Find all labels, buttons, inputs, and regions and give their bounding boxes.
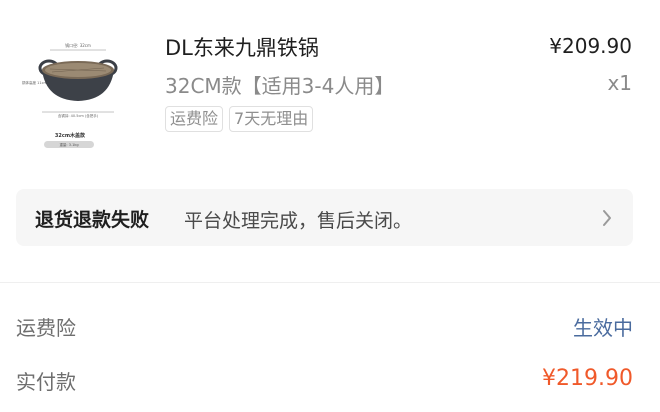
thumb-dim-side: 锅体高度 11cm — [22, 80, 47, 85]
paid-amount: ¥219.90 — [542, 366, 633, 391]
insurance-status[interactable]: 生效中 — [573, 312, 633, 341]
thumb-dim-bottom: 含锅耳: 40.5cm (含把手) — [58, 113, 99, 118]
after-sale-description: 平台处理完成，售后关闭。 — [184, 210, 413, 232]
product-price: ¥209.90 — [549, 34, 632, 58]
insurance-label: 运费险 — [16, 316, 76, 340]
section-divider — [0, 282, 660, 283]
product-thumbnail[interactable]: 锅口径: 32cm 锅体高度 11cm 含锅耳: 40.5cm (含把手) 32… — [16, 26, 140, 160]
product-quantity: x1 — [607, 71, 632, 95]
paid-amount-row: 实付款 ¥219.90 — [16, 366, 633, 396]
chevron-right-icon — [603, 210, 611, 226]
thumb-sub-caption: 重量: 3.1kg — [59, 142, 78, 147]
tag-7day-return: 7天无理由 — [229, 106, 314, 132]
thumb-caption: 32cm木盖款 — [55, 132, 86, 139]
order-product-card[interactable]: 锅口径: 32cm 锅体高度 11cm 含锅耳: 40.5cm (含把手) 32… — [0, 0, 660, 170]
thumb-dim-top: 锅口径: 32cm — [65, 42, 91, 48]
product-spec: 32CM款【适用3-4人用】 — [165, 74, 395, 98]
service-tags: 运费险 7天无理由 — [165, 106, 314, 132]
after-sale-status: 退货退款失败 — [35, 209, 150, 231]
product-title[interactable]: DL东来九鼎铁锅 — [165, 32, 319, 62]
after-sale-status-card[interactable]: 退货退款失败 平台处理完成，售后关闭。 — [16, 189, 633, 246]
tag-shipping-insurance: 运费险 — [165, 106, 224, 132]
shipping-insurance-row[interactable]: 运费险 生效中 — [16, 312, 633, 342]
paid-label: 实付款 — [16, 370, 76, 394]
